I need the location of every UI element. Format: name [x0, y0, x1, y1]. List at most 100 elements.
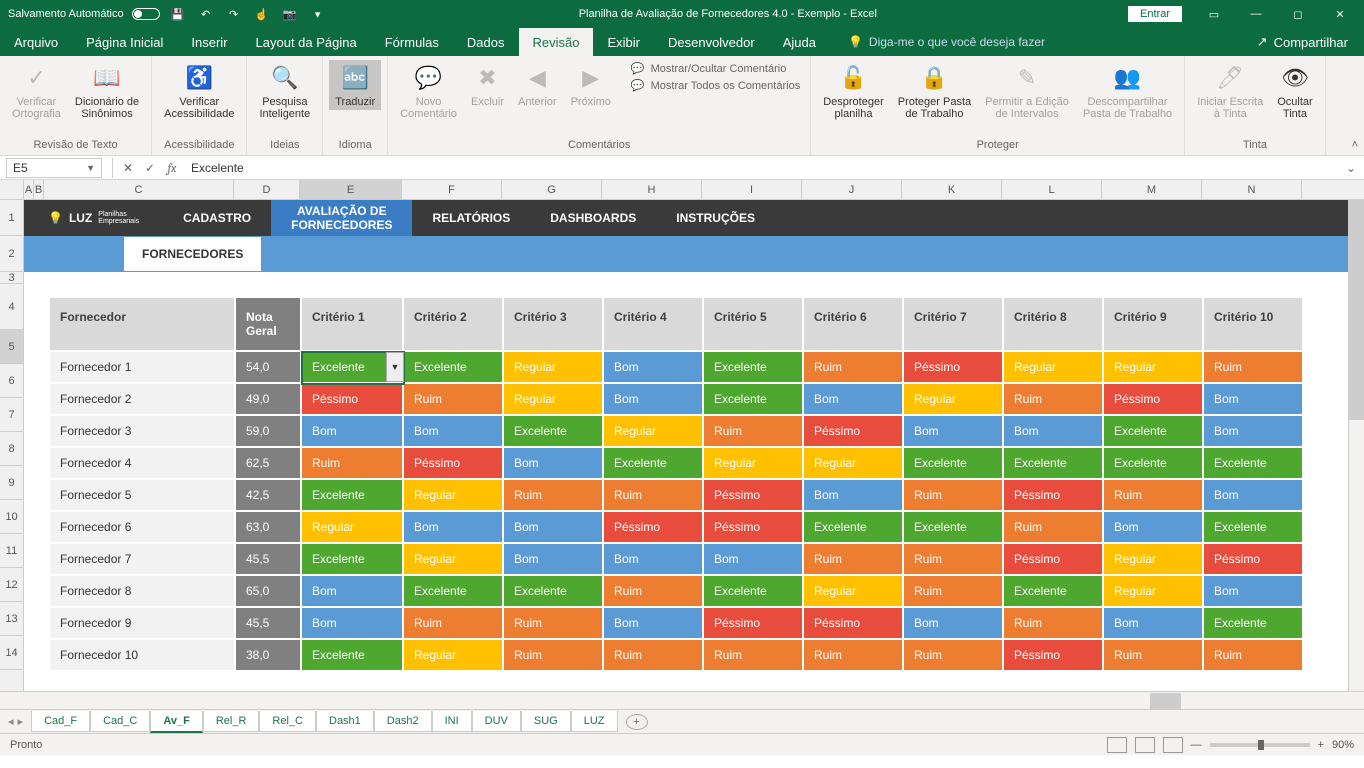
- menu-tab-ajuda[interactable]: Ajuda: [769, 28, 830, 56]
- column-header-N[interactable]: N: [1202, 180, 1302, 199]
- autosave-toggle[interactable]: [132, 8, 160, 20]
- sheet-tab-LUZ[interactable]: LUZ: [571, 711, 618, 732]
- nav-tab[interactable]: AVALIAÇÃO DEFORNECEDORES: [271, 200, 412, 236]
- new-sheet-icon[interactable]: +: [626, 714, 648, 730]
- criteria-cell[interactable]: Ruim: [404, 384, 504, 416]
- criteria-cell[interactable]: Bom: [804, 384, 904, 416]
- criteria-cell[interactable]: Excelente: [504, 576, 604, 608]
- criteria-cell[interactable]: Excelente: [704, 576, 804, 608]
- criteria-cell[interactable]: Excelente▼: [302, 352, 404, 384]
- criteria-cell[interactable]: Bom: [504, 448, 604, 480]
- fornecedor-name[interactable]: Fornecedor 5: [50, 480, 236, 512]
- criteria-cell[interactable]: Ruim: [404, 608, 504, 640]
- criteria-cell[interactable]: Bom: [1104, 512, 1204, 544]
- criteria-cell[interactable]: Excelente: [1204, 512, 1304, 544]
- row-header-8[interactable]: 8: [0, 432, 23, 466]
- column-header-D[interactable]: D: [234, 180, 300, 199]
- criteria-cell[interactable]: Bom: [302, 608, 404, 640]
- name-box[interactable]: E5 ▼: [6, 158, 102, 178]
- criteria-cell[interactable]: Bom: [1104, 608, 1204, 640]
- criteria-cell[interactable]: Excelente: [704, 352, 804, 384]
- criteria-cell[interactable]: Bom: [704, 544, 804, 576]
- criteria-cell[interactable]: Ruim: [1104, 640, 1204, 672]
- criteria-cell[interactable]: Excelente: [302, 640, 404, 672]
- criteria-cell[interactable]: Bom: [1204, 480, 1304, 512]
- criteria-cell[interactable]: Péssimo: [704, 480, 804, 512]
- fornecedor-name[interactable]: Fornecedor 1: [50, 352, 236, 384]
- row-header-14[interactable]: 14: [0, 636, 23, 670]
- column-header-H[interactable]: H: [602, 180, 702, 199]
- nota-geral[interactable]: 59,0: [236, 416, 302, 448]
- subtab-fornecedores[interactable]: FORNECEDORES: [124, 237, 261, 271]
- column-header-B[interactable]: B: [34, 180, 44, 199]
- criteria-cell[interactable]: Ruim: [704, 640, 804, 672]
- criteria-cell[interactable]: Ruim: [504, 640, 604, 672]
- dropdown-icon[interactable]: ▼: [386, 352, 404, 382]
- criteria-cell[interactable]: Péssimo: [1004, 640, 1104, 672]
- row-header-12[interactable]: 12: [0, 568, 23, 602]
- criteria-cell[interactable]: Bom: [1204, 576, 1304, 608]
- ribbon-dicionário-de[interactable]: 📖Dicionário deSinônimos: [69, 60, 145, 122]
- sheet-tab-DUV[interactable]: DUV: [472, 711, 521, 732]
- criteria-cell[interactable]: Ruim: [1004, 384, 1104, 416]
- camera-icon[interactable]: 📷: [280, 4, 300, 24]
- column-header-E[interactable]: E: [300, 180, 402, 199]
- sheet-tab-Dash2[interactable]: Dash2: [374, 711, 432, 732]
- column-header-L[interactable]: L: [1002, 180, 1102, 199]
- criteria-cell[interactable]: Bom: [504, 544, 604, 576]
- criteria-cell[interactable]: Excelente: [404, 576, 504, 608]
- nota-geral[interactable]: 42,5: [236, 480, 302, 512]
- horizontal-scrollbar[interactable]: [0, 691, 1364, 709]
- criteria-cell[interactable]: Ruim: [804, 352, 904, 384]
- fornecedor-name[interactable]: Fornecedor 2: [50, 384, 236, 416]
- zoom-out-icon[interactable]: —: [1191, 739, 1202, 751]
- zoom-in-icon[interactable]: +: [1318, 739, 1324, 751]
- criteria-cell[interactable]: Ruim: [804, 544, 904, 576]
- fornecedor-name[interactable]: Fornecedor 8: [50, 576, 236, 608]
- criteria-cell[interactable]: Regular: [704, 448, 804, 480]
- criteria-cell[interactable]: Excelente: [1004, 448, 1104, 480]
- criteria-cell[interactable]: Excelente: [1204, 448, 1304, 480]
- criteria-cell[interactable]: Ruim: [604, 640, 704, 672]
- sheet-tab-SUG[interactable]: SUG: [521, 711, 571, 732]
- nota-geral[interactable]: 49,0: [236, 384, 302, 416]
- criteria-cell[interactable]: Excelente: [504, 416, 604, 448]
- criteria-cell[interactable]: Ruim: [504, 480, 604, 512]
- close-icon[interactable]: ✕: [1320, 0, 1360, 28]
- criteria-cell[interactable]: Regular: [404, 480, 504, 512]
- criteria-cell[interactable]: Regular: [1104, 544, 1204, 576]
- criteria-cell[interactable]: Regular: [504, 384, 604, 416]
- nav-tab[interactable]: CADASTRO: [163, 200, 271, 236]
- criteria-cell[interactable]: Regular: [1004, 352, 1104, 384]
- criteria-cell[interactable]: Excelente: [904, 448, 1004, 480]
- menu-tab-desenvolvedor[interactable]: Desenvolvedor: [654, 28, 769, 56]
- criteria-cell[interactable]: Regular: [504, 352, 604, 384]
- nota-geral[interactable]: 54,0: [236, 352, 302, 384]
- criteria-cell[interactable]: Péssimo: [404, 448, 504, 480]
- cancel-formula-icon[interactable]: ✕: [117, 161, 139, 175]
- criteria-cell[interactable]: Excelente: [704, 384, 804, 416]
- criteria-cell[interactable]: Regular: [604, 416, 704, 448]
- row-header-10[interactable]: 10: [0, 500, 23, 534]
- ribbon-verificar[interactable]: ♿VerificarAcessibilidade: [158, 60, 240, 122]
- row-header-4[interactable]: 4: [0, 284, 23, 330]
- criteria-cell[interactable]: Regular: [1104, 576, 1204, 608]
- criteria-cell[interactable]: Ruim: [904, 640, 1004, 672]
- menu-tab-página-inicial[interactable]: Página Inicial: [72, 28, 177, 56]
- menu-tab-dados[interactable]: Dados: [453, 28, 519, 56]
- criteria-cell[interactable]: Péssimo: [1004, 480, 1104, 512]
- criteria-cell[interactable]: Excelente: [1104, 416, 1204, 448]
- column-header-J[interactable]: J: [802, 180, 902, 199]
- tab-nav-first-icon[interactable]: ◂: [8, 715, 14, 728]
- sheet-tab-Rel_R[interactable]: Rel_R: [203, 711, 260, 732]
- row-header-3[interactable]: 3: [0, 272, 23, 284]
- criteria-cell[interactable]: Péssimo: [302, 384, 404, 416]
- row-header-13[interactable]: 13: [0, 602, 23, 636]
- nota-geral[interactable]: 65,0: [236, 576, 302, 608]
- column-header-K[interactable]: K: [902, 180, 1002, 199]
- fornecedor-name[interactable]: Fornecedor 10: [50, 640, 236, 672]
- row-header-11[interactable]: 11: [0, 534, 23, 568]
- criteria-cell[interactable]: Péssimo: [704, 512, 804, 544]
- row-header-7[interactable]: 7: [0, 398, 23, 432]
- namebox-dropdown-icon[interactable]: ▼: [86, 163, 95, 173]
